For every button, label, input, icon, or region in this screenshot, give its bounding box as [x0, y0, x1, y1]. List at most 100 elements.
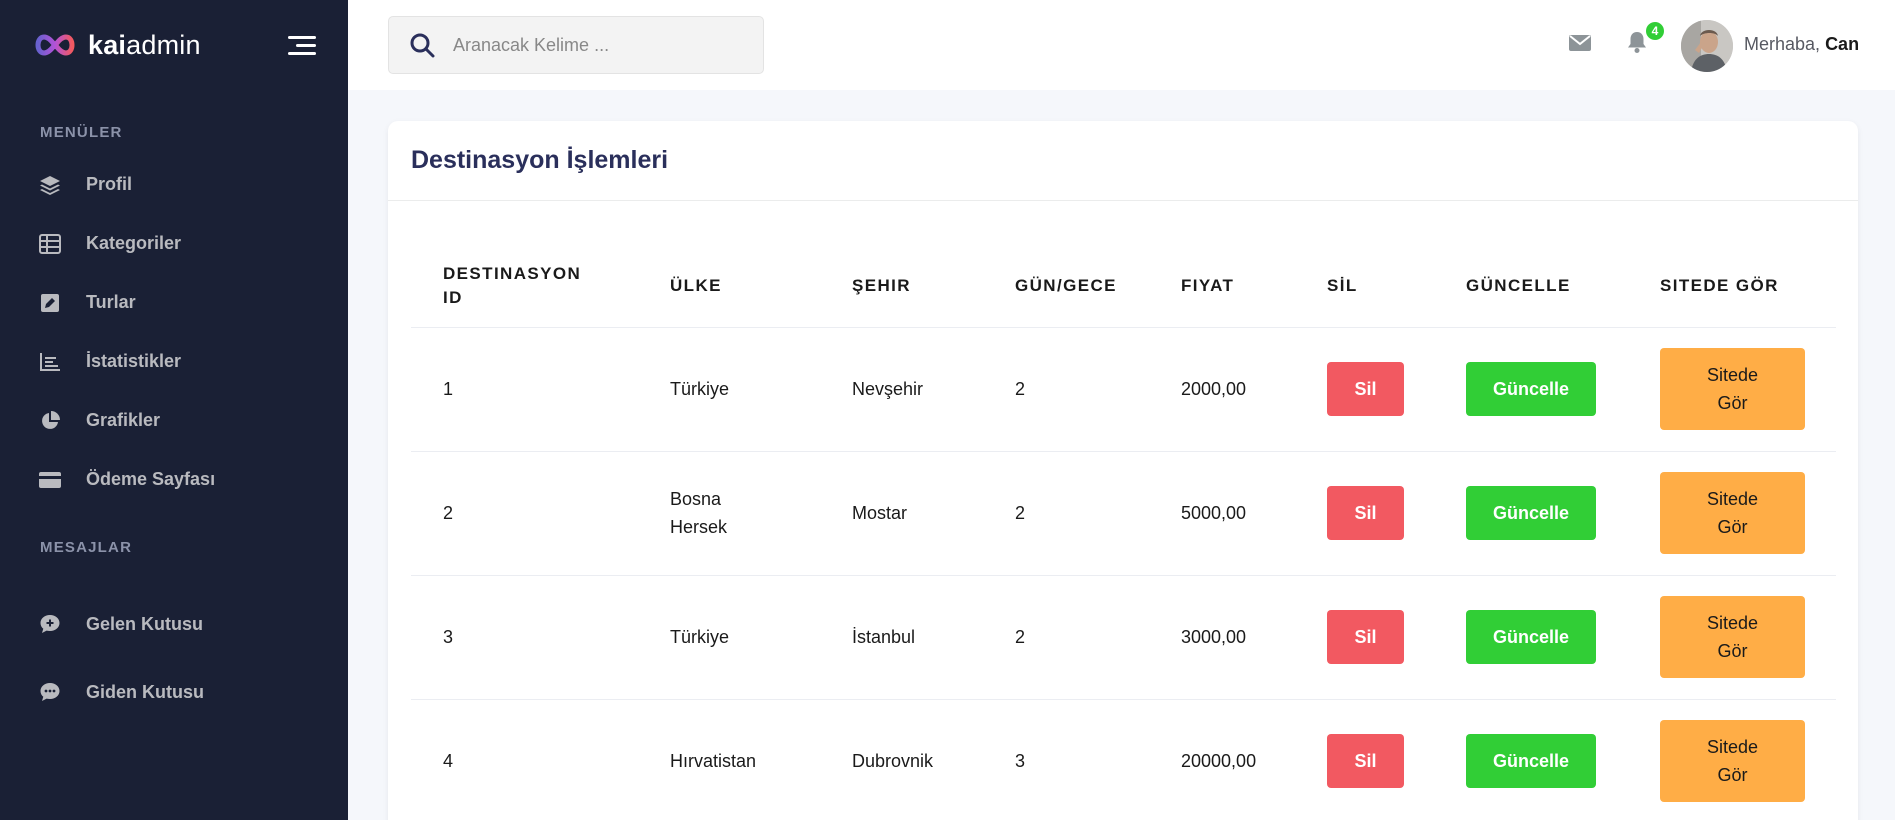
cell-delete: Sil — [1295, 699, 1434, 820]
chat-plus-icon — [38, 612, 62, 636]
sidebar-item-label: Profil — [86, 174, 133, 194]
table-row: 2 Bosna Hersek Mostar 2 5000,00 Sil Günc… — [411, 451, 1836, 576]
sidebar-item-label: Turlar — [86, 292, 136, 312]
cell-country: Türkiye — [638, 575, 820, 700]
sidebar-item-turlar[interactable]: Turlar — [0, 273, 348, 332]
cell-city: Dubrovnik — [820, 699, 983, 820]
view-on-site-button[interactable]: Sitede Gör — [1660, 472, 1805, 554]
edit-square-icon — [38, 291, 62, 315]
cell-days: 2 — [983, 575, 1149, 700]
credit-card-icon — [38, 468, 62, 492]
section-title-messages: MESAJLAR — [40, 539, 133, 556]
sidebar-item-istatistikler[interactable]: İstatistikler — [0, 332, 348, 391]
cell-country: Türkiye — [638, 327, 820, 452]
sidebar-item-label: Grafikler — [86, 410, 161, 430]
destination-card: Destinasyon İşlemleri DESTINASYON ID ÜLK… — [388, 121, 1858, 820]
infinity-logo-icon — [35, 34, 75, 56]
cell-id: 3 — [411, 575, 638, 700]
update-button[interactable]: Güncelle — [1466, 486, 1596, 540]
bar-chart-icon — [38, 350, 62, 374]
brand-name: kaiadmin — [88, 29, 201, 60]
sidebar-item-grafikler[interactable]: Grafikler — [0, 391, 348, 450]
column-header-id: DESTINASYON ID — [411, 246, 638, 328]
sidebar-item-giden-kutusu[interactable]: Giden Kutusu — [0, 658, 348, 726]
search-input[interactable] — [453, 34, 733, 56]
search-icon[interactable] — [409, 32, 435, 58]
cell-id: 2 — [411, 451, 638, 576]
page-title: Destinasyon İşlemleri — [411, 146, 669, 174]
table-row: 1 Türkiye Nevşehir 2 2000,00 Sil Güncell… — [411, 327, 1836, 452]
destinations-table: DESTINASYON ID ÜLKE ŞEHIR GÜN/GECE FIYAT… — [411, 246, 1836, 820]
table-row: 4 Hırvatistan Dubrovnik 3 20000,00 Sil G… — [411, 699, 1836, 820]
table-icon — [38, 232, 62, 256]
view-on-site-button[interactable]: Sitede Gör — [1660, 348, 1805, 430]
user-greeting[interactable]: Merhaba, Can — [1744, 34, 1859, 55]
notification-bell[interactable]: 4 — [1626, 20, 1666, 56]
cell-id: 4 — [411, 699, 638, 820]
notification-count-badge: 4 — [1644, 20, 1666, 42]
cell-view: Sitede Gör — [1628, 575, 1836, 700]
view-on-site-button[interactable]: Sitede Gör — [1660, 720, 1805, 802]
cell-city: Nevşehir — [820, 327, 983, 452]
cell-days: 2 — [983, 327, 1149, 452]
cell-price: 2000,00 — [1149, 327, 1295, 452]
column-header-view: SITEDE GÖR — [1628, 246, 1836, 328]
table-row: 3 Türkiye İstanbul 2 3000,00 Sil Güncell… — [411, 575, 1836, 700]
logo-bar: kaiadmin — [0, 0, 348, 90]
sidebar-item-kategoriler[interactable]: Kategoriler — [0, 214, 348, 273]
update-button[interactable]: Güncelle — [1466, 734, 1596, 788]
brand-logo[interactable]: kaiadmin — [32, 30, 201, 61]
delete-button[interactable]: Sil — [1327, 734, 1404, 788]
delete-button[interactable]: Sil — [1327, 610, 1404, 664]
cell-view: Sitede Gör — [1628, 327, 1836, 452]
cell-price: 3000,00 — [1149, 575, 1295, 700]
column-header-country: ÜLKE — [638, 246, 820, 328]
menu-toggle-icon[interactable] — [288, 35, 316, 55]
sidebar-item-label: Giden Kutusu — [86, 681, 204, 702]
layers-icon — [38, 173, 62, 197]
user-name: Can — [1825, 34, 1860, 54]
cell-id: 1 — [411, 327, 638, 452]
section-title-menus: MENÜLER — [40, 124, 123, 141]
cell-delete: Sil — [1295, 327, 1434, 452]
cell-city: Mostar — [820, 451, 983, 576]
column-header-price: FIYAT — [1149, 246, 1295, 328]
cell-delete: Sil — [1295, 575, 1434, 700]
cell-view: Sitede Gör — [1628, 699, 1836, 820]
view-on-site-button[interactable]: Sitede Gör — [1660, 596, 1805, 678]
cell-update: Güncelle — [1434, 451, 1628, 576]
card-header: Destinasyon İşlemleri — [388, 121, 1858, 201]
update-button[interactable]: Güncelle — [1466, 610, 1596, 664]
sidebar-item-label: Kategoriler — [86, 233, 182, 253]
sidebar-item-label: Gelen Kutusu — [86, 613, 204, 634]
sidebar-item-profil[interactable]: Profil — [0, 155, 348, 214]
sidebar-item-label: İstatistikler — [86, 351, 182, 371]
sidebar-item-label: Ödeme Sayfası — [86, 469, 216, 489]
column-header-delete: SİL — [1295, 246, 1434, 328]
cell-price: 20000,00 — [1149, 699, 1295, 820]
avatar[interactable] — [1681, 20, 1733, 72]
delete-button[interactable]: Sil — [1327, 362, 1404, 416]
table-header-row: DESTINASYON ID ÜLKE ŞEHIR GÜN/GECE FIYAT… — [411, 246, 1836, 328]
sidebar-item-gelen-kutusu[interactable]: Gelen Kutusu — [0, 590, 348, 658]
sidebar-item-odeme-sayfasi[interactable]: Ödeme Sayfası — [0, 450, 348, 509]
update-button[interactable]: Güncelle — [1466, 362, 1596, 416]
cell-update: Güncelle — [1434, 575, 1628, 700]
cell-country: Hırvatistan — [638, 699, 820, 820]
cell-city: İstanbul — [820, 575, 983, 700]
envelope-icon[interactable] — [1568, 30, 1594, 56]
search-box — [388, 16, 764, 74]
delete-button[interactable]: Sil — [1327, 486, 1404, 540]
cell-price: 5000,00 — [1149, 451, 1295, 576]
column-header-days: GÜN/GECE — [983, 246, 1149, 328]
cell-update: Güncelle — [1434, 699, 1628, 820]
cell-delete: Sil — [1295, 451, 1434, 576]
cell-days: 2 — [983, 451, 1149, 576]
cell-country: Bosna Hersek — [638, 451, 820, 576]
topbar: 4 Merhaba, Can — [348, 0, 1895, 90]
column-header-city: ŞEHIR — [820, 246, 983, 328]
cell-update: Güncelle — [1434, 327, 1628, 452]
cell-view: Sitede Gör — [1628, 451, 1836, 576]
sidebar: kaiadmin MENÜLER Profil Kategoriler Turl… — [0, 0, 348, 820]
pie-chart-icon — [38, 409, 62, 433]
